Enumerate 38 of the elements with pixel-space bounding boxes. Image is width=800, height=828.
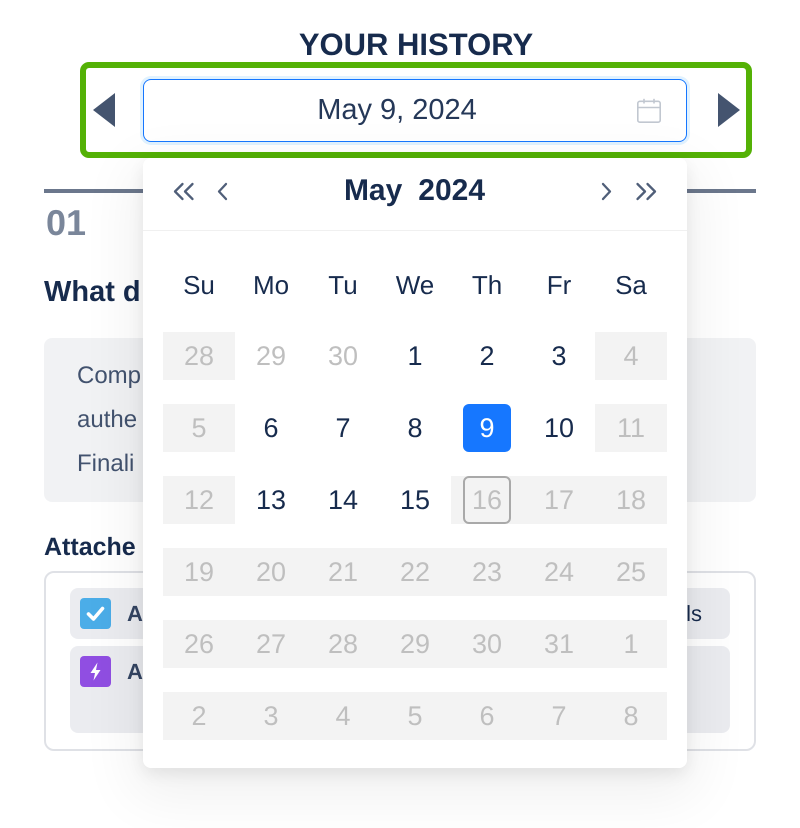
chevron-right-icon[interactable]: [601, 182, 612, 200]
attachment-title-end: ls: [686, 600, 702, 628]
calendar-day[interactable]: 15: [379, 476, 451, 524]
double-chevron-left-icon[interactable]: [172, 182, 195, 200]
date-field[interactable]: May 9, 2024: [143, 78, 687, 142]
description-text: Comp: [77, 361, 142, 391]
chevron-left-icon[interactable]: [217, 182, 228, 200]
calendar-day[interactable]: 2: [451, 332, 523, 380]
description-text: authe: [77, 405, 138, 435]
weekday-label: Th: [472, 270, 502, 300]
weekday-label: Mo: [252, 270, 290, 300]
weekday-label: Tu: [328, 270, 358, 300]
checkbox-icon: [80, 598, 111, 629]
calendar-day[interactable]: 10: [523, 404, 595, 452]
attachments-label: Attache: [44, 533, 136, 561]
weekday-label: Sa: [615, 270, 647, 300]
triangle-right-icon[interactable]: [718, 93, 740, 127]
description-text: Finali: [77, 449, 134, 479]
calendar-day[interactable]: 1: [379, 332, 451, 380]
weekday-label: We: [396, 270, 434, 300]
weekday-label: Fr: [546, 270, 572, 300]
question-heading: What d: [44, 276, 141, 308]
calendar-day[interactable]: 8: [379, 404, 451, 452]
section-number: 01: [46, 205, 86, 241]
calendar-day[interactable]: 7: [307, 404, 379, 452]
attachment-title: A: [127, 600, 143, 628]
calendar-day[interactable]: 13: [235, 476, 307, 524]
triangle-left-icon[interactable]: [93, 93, 115, 127]
lightning-icon: [80, 656, 111, 687]
calendar-day[interactable]: 3: [523, 332, 595, 380]
calendar-day[interactable]: 6: [235, 404, 307, 452]
double-chevron-right-icon[interactable]: [635, 182, 658, 200]
year-button[interactable]: 2024: [418, 174, 486, 208]
attachment-title: A: [127, 658, 143, 686]
month-button[interactable]: May: [344, 174, 402, 208]
page-title: YOUR HISTORY: [298, 27, 534, 62]
calendar-day[interactable]: 14: [307, 476, 379, 524]
weekday-label: Su: [183, 270, 215, 300]
